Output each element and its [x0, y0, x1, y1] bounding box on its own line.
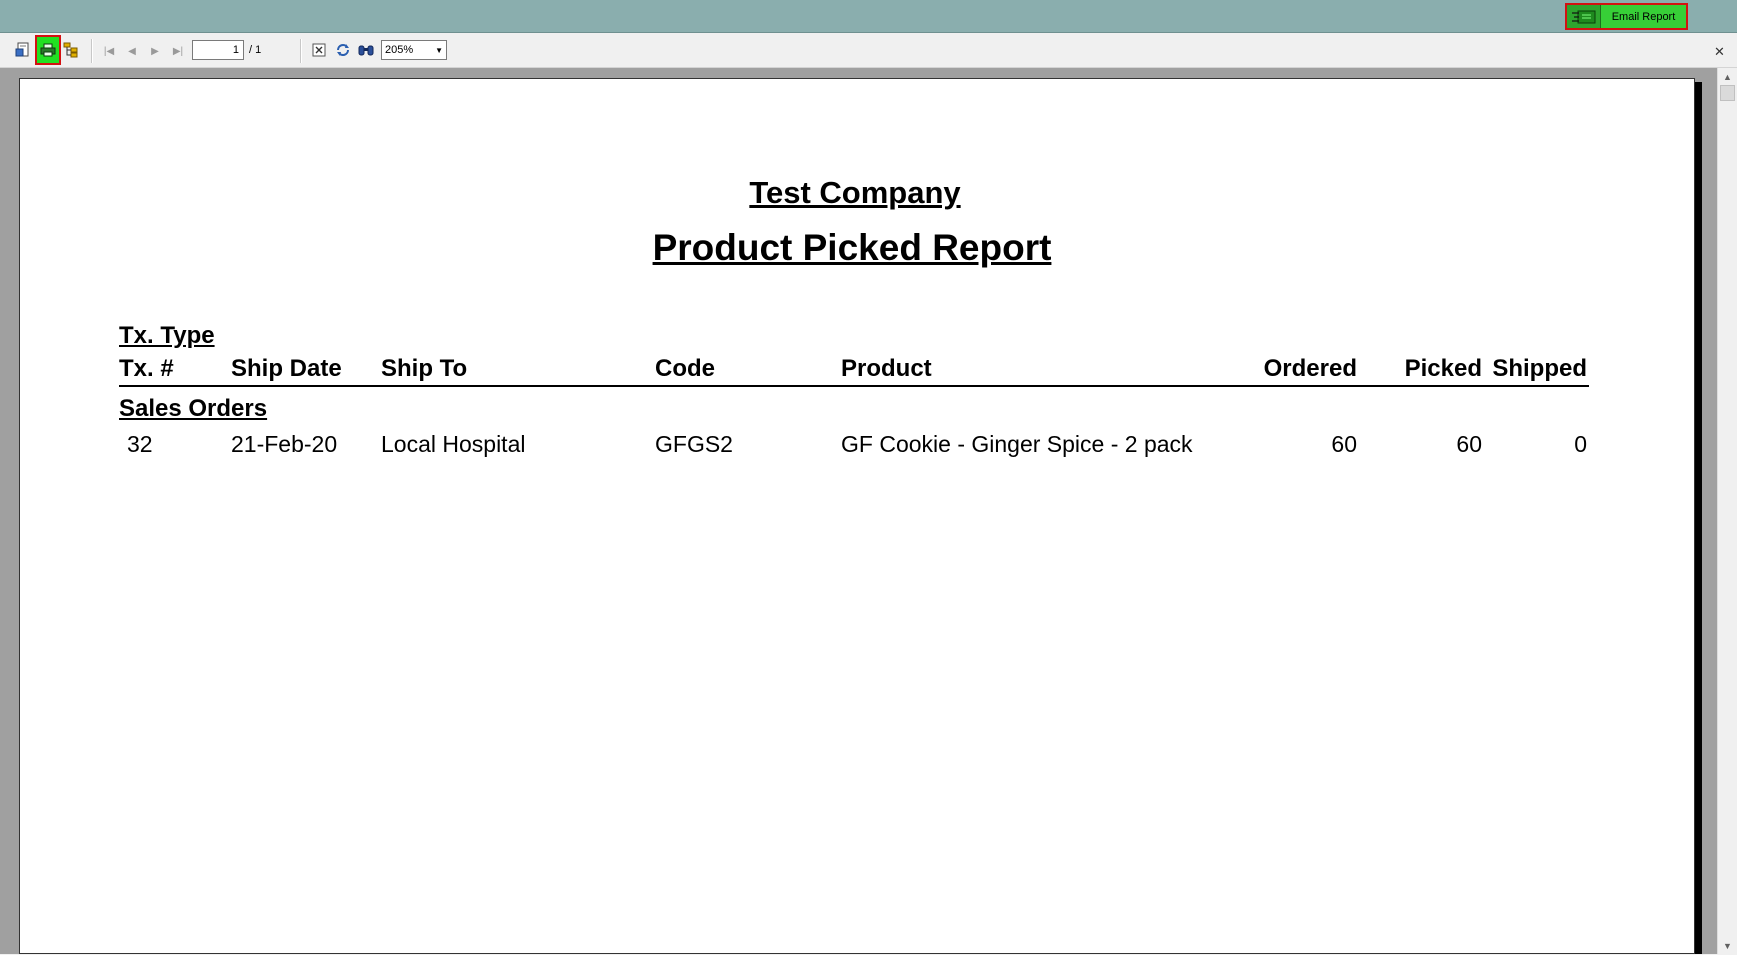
cell-product: GF Cookie - Ginger Spice - 2 pack: [841, 431, 1193, 457]
scrollbar-thumb[interactable]: [1720, 85, 1735, 101]
column-header-product: Product: [841, 355, 932, 382]
toolbar-separator: [300, 39, 302, 63]
vertical-scrollbar[interactable]: ▲ ▼: [1717, 68, 1737, 954]
close-icon[interactable]: ✕: [1714, 44, 1725, 60]
company-name: Test Company: [749, 175, 961, 210]
previous-page-icon[interactable]: ◀: [126, 44, 138, 58]
report-viewer: Test Company Product Picked Report Tx. T…: [0, 68, 1717, 954]
cell-tx-no: 32: [127, 431, 153, 457]
first-page-icon[interactable]: |◀: [103, 44, 115, 58]
page-shadow: [1695, 82, 1702, 954]
scroll-up-icon[interactable]: ▲: [1718, 68, 1737, 85]
cell-ordered: 60: [1331, 431, 1357, 457]
last-page-icon[interactable]: ▶|: [172, 44, 184, 58]
cell-shipped: 0: [1574, 431, 1587, 457]
close-view-icon[interactable]: [309, 40, 329, 60]
report-toolbar: |◀ ◀ ▶ ▶| / 1 205% ▼ ✕: [0, 34, 1737, 68]
page-total-label: / 1: [249, 44, 262, 56]
cell-ship-date: 21-Feb-20: [231, 431, 338, 457]
zoom-select[interactable]: 205% ▼: [381, 40, 447, 60]
page-number-input[interactable]: [192, 40, 244, 60]
column-header-code: Code: [655, 355, 715, 382]
group-name: Sales Orders: [119, 395, 268, 422]
group-tree-icon[interactable]: [61, 40, 81, 60]
print-icon[interactable]: [35, 35, 61, 65]
report-content: Test Company Product Picked Report Tx. T…: [20, 79, 1696, 955]
column-header-tx-no: Tx. #: [119, 355, 174, 382]
email-report-button[interactable]: Email Report: [1601, 5, 1686, 28]
refresh-icon[interactable]: [333, 40, 353, 60]
cell-picked: 60: [1456, 431, 1482, 457]
column-header-ordered: Ordered: [1263, 355, 1357, 382]
cell-ship-to: Local Hospital: [381, 431, 526, 457]
column-header-shipped: Shipped: [1492, 355, 1587, 382]
toolbar-separator: [91, 39, 93, 63]
chevron-down-icon: ▼: [435, 45, 443, 55]
group-header-label: Tx. Type: [119, 322, 215, 349]
cell-code: GFGS2: [655, 431, 733, 457]
find-icon[interactable]: [356, 40, 376, 60]
export-icon[interactable]: [13, 40, 33, 60]
report-title: Product Picked Report: [652, 227, 1052, 268]
report-page: Test Company Product Picked Report Tx. T…: [19, 78, 1695, 954]
zoom-value: 205%: [385, 44, 414, 56]
next-page-icon[interactable]: ▶: [149, 44, 161, 58]
email-report-icon[interactable]: [1567, 5, 1601, 28]
email-report-control[interactable]: Email Report: [1565, 3, 1688, 30]
scroll-down-icon[interactable]: ▼: [1718, 937, 1737, 954]
column-header-picked: Picked: [1404, 355, 1482, 382]
title-bar: Email Report: [0, 0, 1737, 33]
header-divider: [119, 385, 1589, 387]
column-header-ship-to: Ship To: [381, 355, 468, 382]
column-header-ship-date: Ship Date: [231, 355, 342, 382]
